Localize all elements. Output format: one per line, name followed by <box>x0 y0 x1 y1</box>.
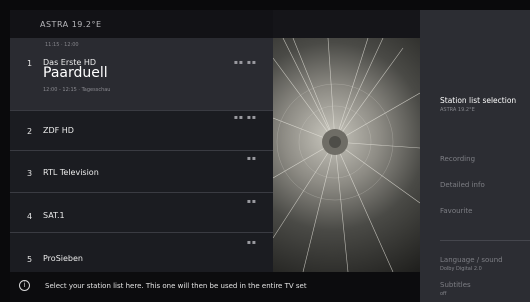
quality-badge: ▪▪ <box>246 155 257 162</box>
quality-badge: ▪▪ <box>246 198 257 205</box>
subtitles-state: off <box>440 291 447 297</box>
channel-row-1[interactable]: 11:15 · 12:00 1 Das Erste HD ▪▪ ▪▪ Paard… <box>10 38 273 110</box>
previous-show-time: 11:15 · 12:00 <box>45 42 79 48</box>
channel-row-2[interactable]: 2 ZDF HD ▪▪ ▪▪ <box>10 110 273 150</box>
channel-number: 5 <box>27 255 33 264</box>
channel-name: SAT.1 <box>43 211 65 220</box>
menu-recording[interactable]: Recording <box>440 155 475 163</box>
menu-divider <box>440 240 530 241</box>
menu-language-sound[interactable]: Language / sound <box>440 256 503 264</box>
channel-row-3[interactable]: 3 RTL Television ▪▪ <box>10 150 273 192</box>
channel-row-5[interactable]: 5 ProSieben ▪▪ <box>10 232 273 272</box>
options-menu: Station list selection ASTRA 19.2°E Reco… <box>420 10 530 302</box>
menu-detailed-info[interactable]: Detailed info <box>440 181 485 189</box>
channel-name: ProSieben <box>43 254 83 263</box>
dandelion-image <box>273 38 420 272</box>
channel-row-4[interactable]: 4 SAT.1 ▪▪ <box>10 192 273 232</box>
audio-format: Dolby Digital 2.0 <box>440 266 482 272</box>
info-text: Select your station list here. This one … <box>45 282 307 290</box>
channel-number: 1 <box>27 59 33 68</box>
current-show-title: Paarduell <box>43 65 108 81</box>
show-time-range: 12:00 - 12:15 · Tagesschau <box>43 87 111 93</box>
selected-satellite: ASTRA 19.2°E <box>440 107 475 113</box>
menu-favourite[interactable]: Favourite <box>440 207 472 215</box>
list-header: ASTRA 19.2°E <box>10 10 273 38</box>
channel-name: RTL Television <box>43 168 99 177</box>
quality-badge: ▪▪ ▪▪ <box>233 114 257 121</box>
info-bar: i Select your station list here. This on… <box>10 272 420 302</box>
tv-screen: ASTRA 19.2°E 11:15 · 12:00 1 Das Erste H… <box>10 10 530 302</box>
station-list-title: ASTRA 19.2°E <box>40 20 102 29</box>
channel-name: ZDF HD <box>43 126 74 135</box>
menu-subtitles[interactable]: Subtitles <box>440 281 471 289</box>
info-icon: i <box>19 280 30 291</box>
menu-station-list-selection[interactable]: Station list selection <box>440 96 516 105</box>
channel-number: 3 <box>27 169 33 178</box>
channel-number: 2 <box>27 127 33 136</box>
live-preview-image <box>273 38 420 272</box>
quality-badge: ▪▪ ▪▪ <box>233 59 257 66</box>
channel-list-panel: ASTRA 19.2°E 11:15 · 12:00 1 Das Erste H… <box>10 10 273 272</box>
quality-badge: ▪▪ <box>246 239 257 246</box>
channel-number: 4 <box>27 212 33 221</box>
